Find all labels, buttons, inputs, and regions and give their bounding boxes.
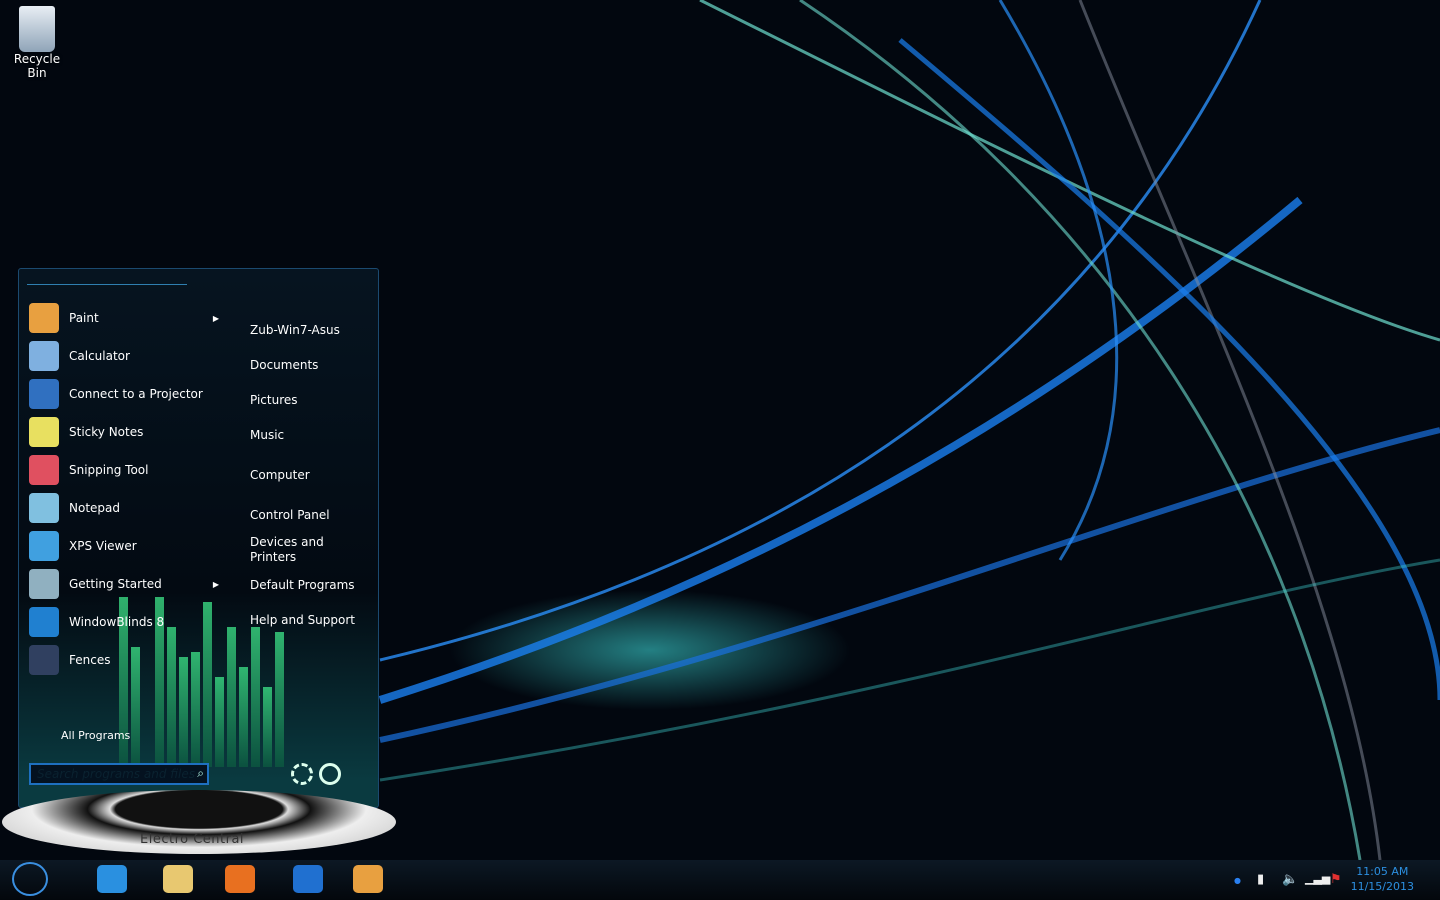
program-item[interactable]: Paint ▶ xyxy=(29,299,219,337)
all-programs-button[interactable]: All Programs xyxy=(61,729,130,742)
action-center-flag-icon[interactable]: ⚑ xyxy=(1330,872,1342,887)
paint-icon xyxy=(353,865,383,893)
program-item[interactable]: Sticky Notes xyxy=(29,413,219,451)
taskbar: ● ▮ 🔈 ▁▃▅ ⚑ 11:05 AM 11/15/2013 xyxy=(0,860,1440,900)
windowblinds-icon xyxy=(29,607,59,637)
internet-explorer-icon xyxy=(97,865,127,893)
program-item[interactable]: XPS Viewer xyxy=(29,527,219,565)
volume-icon[interactable]: 🔈 xyxy=(1282,872,1298,887)
place-link[interactable]: Pictures xyxy=(250,393,298,408)
scissors-icon xyxy=(29,455,59,485)
program-item[interactable]: Notepad xyxy=(29,489,219,527)
place-link[interactable]: Help and Support xyxy=(250,613,355,628)
place-link[interactable]: Devices and Printers xyxy=(250,535,324,565)
notepad-icon xyxy=(29,493,59,523)
calculator-icon xyxy=(29,341,59,371)
notification-dot-icon[interactable]: ● xyxy=(1234,876,1241,885)
clock[interactable]: 11:05 AM 11/15/2013 xyxy=(1351,864,1414,894)
place-link[interactable]: Documents xyxy=(250,358,318,373)
program-item[interactable]: Calculator xyxy=(29,337,219,375)
shutdown-options-button[interactable] xyxy=(291,763,313,785)
taskbar-file-explorer-button[interactable] xyxy=(158,862,198,896)
getting-started-icon xyxy=(29,569,59,599)
media-player-icon xyxy=(225,865,255,893)
windowblinds-icon xyxy=(293,865,323,893)
place-link[interactable]: Control Panel xyxy=(250,508,330,523)
xps-viewer-icon xyxy=(29,531,59,561)
taskbar-paint-button[interactable] xyxy=(348,862,388,896)
paint-icon xyxy=(29,303,59,333)
desktop-icon-recycle-bin[interactable]: Recycle Bin xyxy=(4,6,70,80)
sticky-notes-icon xyxy=(29,417,59,447)
search-icon[interactable]: ⌕ xyxy=(197,766,204,781)
program-item[interactable]: WindowBlinds 8 xyxy=(29,603,219,641)
place-link[interactable]: Computer xyxy=(250,468,310,483)
network-signal-icon[interactable]: ▁▃▅ xyxy=(1305,872,1330,885)
submenu-arrow-icon[interactable]: ▶ xyxy=(213,314,219,323)
search-input[interactable]: Search programs and files ⌕ xyxy=(29,763,209,785)
start-menu-decoration xyxy=(27,275,187,285)
place-link[interactable]: Default Programs xyxy=(250,578,355,593)
power-button[interactable] xyxy=(319,763,341,785)
start-menu: Paint ▶ Calculator Connect to a Projector St… xyxy=(18,268,379,808)
recycle-bin-icon xyxy=(19,6,55,52)
program-item[interactable]: Fences xyxy=(29,641,219,679)
place-link[interactable]: Music xyxy=(250,428,284,443)
taskbar-internet-explorer-button[interactable] xyxy=(92,862,132,896)
projector-icon xyxy=(29,379,59,409)
power-plug-icon[interactable]: ▮ xyxy=(1257,872,1264,887)
place-link[interactable]: Zub-Win7-Asus xyxy=(250,323,340,338)
file-explorer-icon xyxy=(163,865,193,893)
program-item[interactable]: Getting Started ▶ xyxy=(29,565,219,603)
start-button[interactable] xyxy=(12,862,48,896)
program-item[interactable]: Snipping Tool xyxy=(29,451,219,489)
program-item[interactable]: Connect to a Projector xyxy=(29,375,219,413)
fences-icon xyxy=(29,645,59,675)
taskbar-windowblinds-button[interactable] xyxy=(288,862,328,896)
brand-logo: Electro Central xyxy=(140,832,245,847)
taskbar-media-player-button[interactable] xyxy=(220,862,260,896)
submenu-arrow-icon[interactable]: ▶ xyxy=(213,580,219,589)
